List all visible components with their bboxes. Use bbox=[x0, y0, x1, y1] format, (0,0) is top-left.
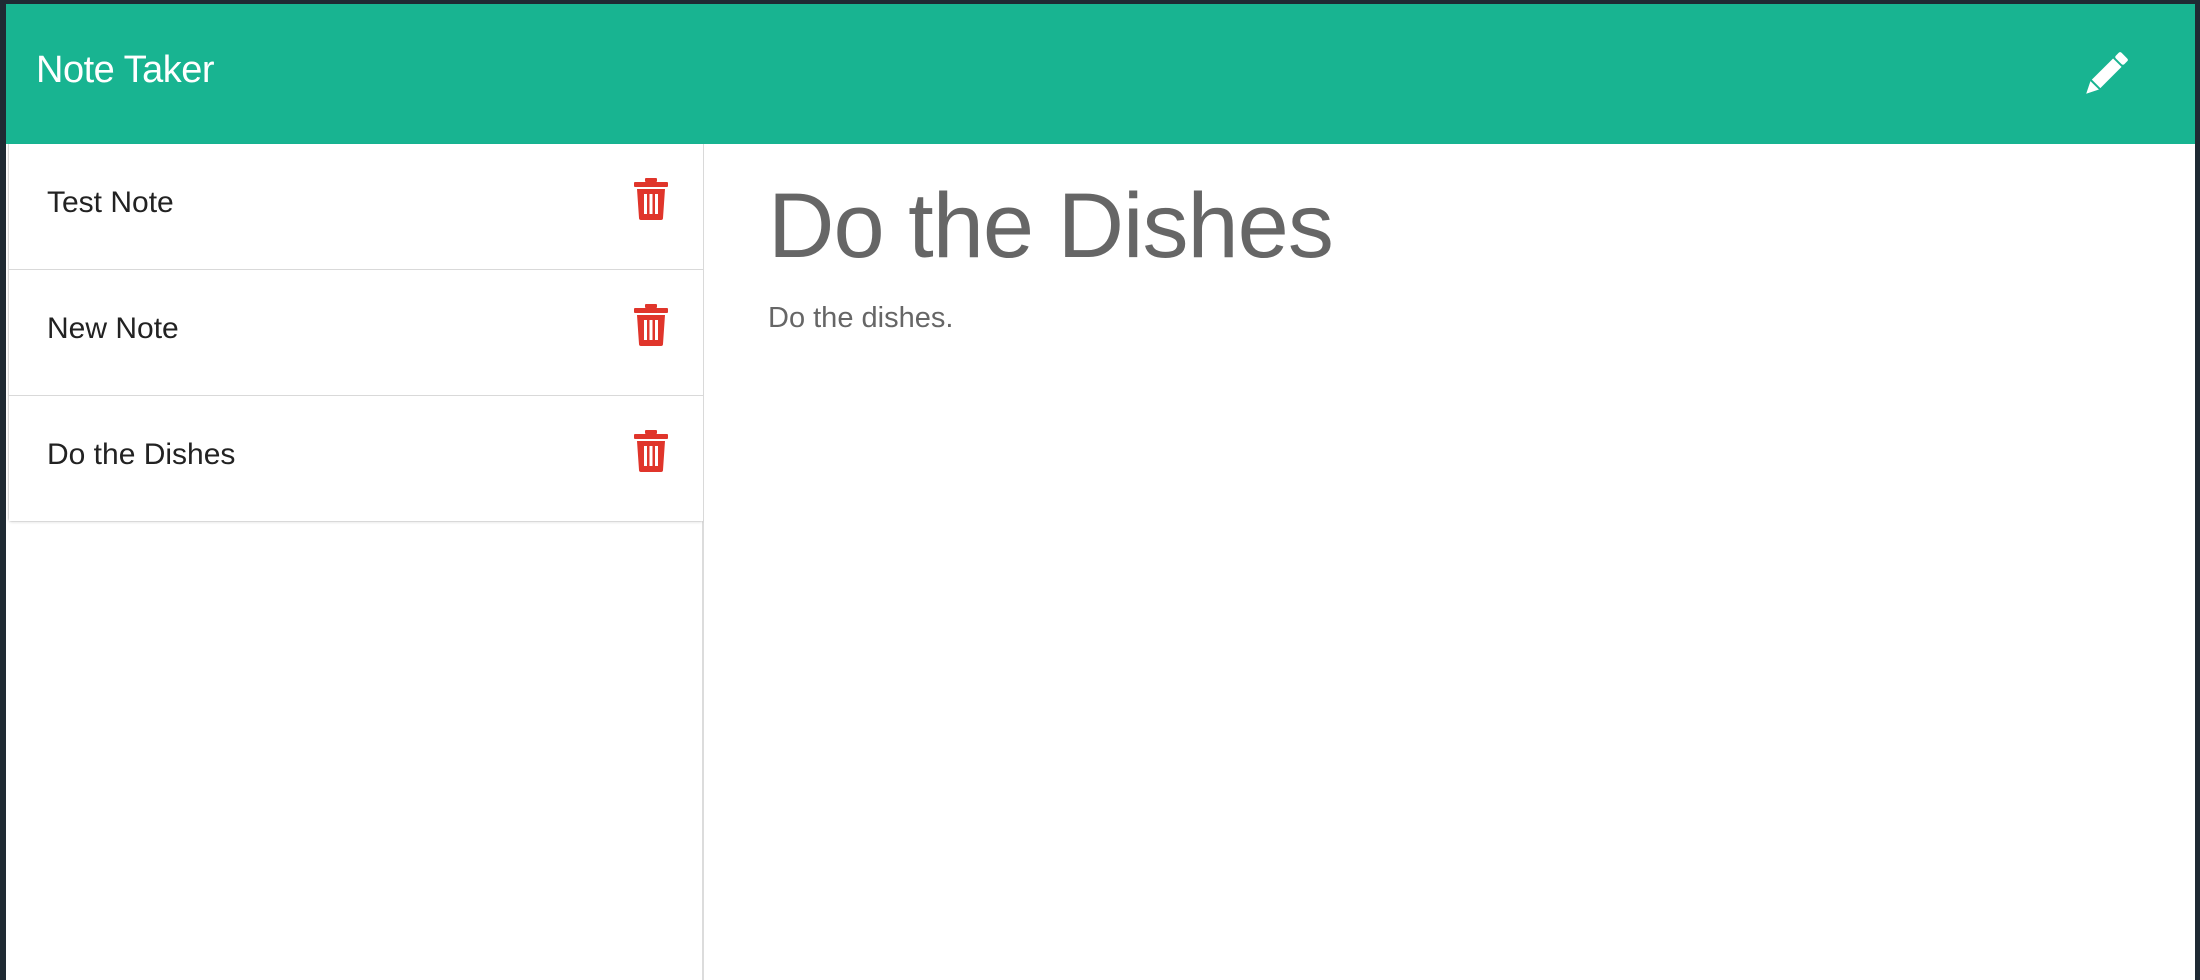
list-item[interactable]: Test Note bbox=[9, 144, 703, 270]
new-note-button[interactable] bbox=[2076, 44, 2136, 104]
list-item[interactable]: Do the Dishes bbox=[9, 396, 703, 521]
delete-note-button[interactable] bbox=[632, 178, 670, 220]
note-editor: Do the Dishes Do the dishes. bbox=[704, 144, 2195, 980]
pencil-icon bbox=[2086, 52, 2128, 94]
note-title[interactable]: Do the Dishes bbox=[47, 436, 235, 474]
trash-icon bbox=[634, 178, 668, 220]
note-title[interactable]: New Note bbox=[47, 310, 179, 348]
delete-note-button[interactable] bbox=[632, 430, 670, 472]
note-title-display[interactable]: Do the Dishes bbox=[768, 174, 1334, 278]
note-body-display[interactable]: Do the dishes. bbox=[768, 300, 953, 336]
window-edge bbox=[2195, 0, 2200, 980]
app-title[interactable]: Note Taker bbox=[36, 48, 215, 92]
trash-icon bbox=[634, 430, 668, 472]
app-window: Note Taker Test Note New Note Do the Dis… bbox=[6, 4, 2195, 980]
navbar: Note Taker bbox=[6, 4, 2195, 144]
list-item[interactable]: New Note bbox=[9, 270, 703, 396]
note-title[interactable]: Test Note bbox=[47, 184, 174, 222]
note-list: Test Note New Note Do the Dishes bbox=[8, 144, 704, 522]
trash-icon bbox=[634, 304, 668, 346]
delete-note-button[interactable] bbox=[632, 304, 670, 346]
note-sidebar: Test Note New Note Do the Dishes bbox=[6, 144, 704, 980]
